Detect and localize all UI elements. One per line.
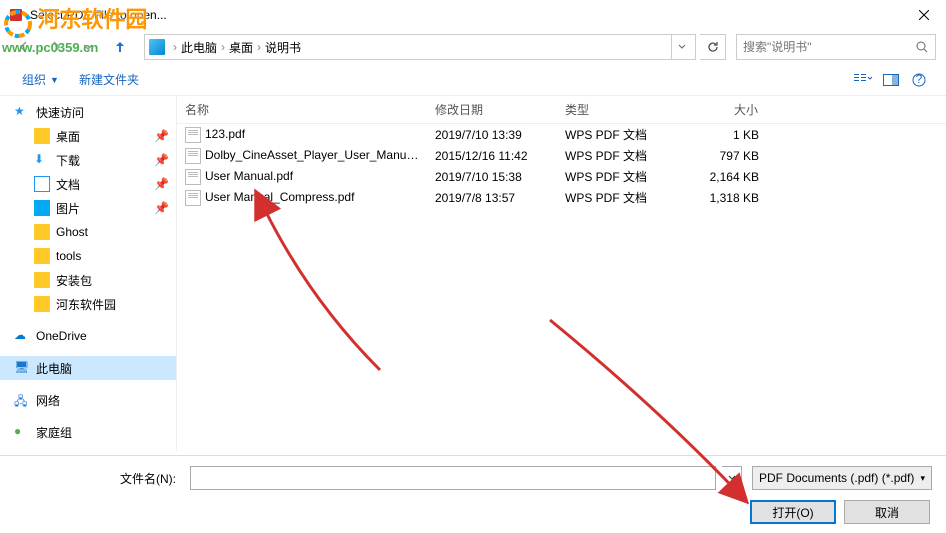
address-bar[interactable]: › 此电脑 › 桌面 › 说明书: [144, 34, 696, 60]
address-dropdown[interactable]: [671, 35, 691, 59]
col-size[interactable]: 大小: [667, 101, 767, 118]
sidebar-download[interactable]: ⬇下载📌: [0, 148, 176, 172]
chevron-down-icon[interactable]: ▼: [50, 75, 59, 85]
col-name[interactable]: 名称: [177, 101, 427, 118]
pin-icon: 📌: [154, 153, 168, 167]
folder-icon: [34, 272, 50, 288]
folder-icon: [34, 248, 50, 264]
chevron-right-icon[interactable]: ›: [221, 40, 225, 54]
sidebar-network[interactable]: 🖧网络: [0, 388, 176, 412]
filename-dropdown[interactable]: [722, 466, 742, 490]
sidebar-this-pc[interactable]: 🖥此电脑: [0, 356, 176, 380]
pdf-file-icon: [185, 169, 201, 185]
window-title: Select PDF File to open...: [30, 8, 901, 22]
open-button[interactable]: 打开(O): [750, 500, 836, 524]
title-bar: Select PDF File to open...: [0, 0, 946, 30]
nav-forward-button[interactable]: [42, 34, 70, 60]
col-type[interactable]: 类型: [557, 101, 667, 118]
chevron-down-icon: ▾: [920, 473, 925, 484]
sidebar-homegroup[interactable]: ●家庭组: [0, 420, 176, 444]
breadcrumb-folder[interactable]: 说明书: [265, 39, 301, 56]
nav-back-button[interactable]: [10, 34, 38, 60]
onedrive-icon: ☁: [14, 328, 30, 344]
svg-text:?: ?: [916, 73, 923, 86]
file-type-filter[interactable]: PDF Documents (.pdf) (*.pdf) ▾: [752, 466, 932, 490]
cancel-button[interactable]: 取消: [844, 500, 930, 524]
organize-menu[interactable]: 组织: [14, 67, 54, 92]
file-list: 名称 修改日期 类型 大小 123.pdf2019/7/10 13:39WPS …: [177, 96, 946, 451]
folder-icon: [34, 128, 50, 144]
star-icon: ★: [14, 104, 30, 120]
filename-label: 文件名(N):: [14, 470, 184, 487]
file-date: 2019/7/8 13:57: [427, 191, 557, 205]
file-type: WPS PDF 文档: [557, 168, 667, 185]
sidebar-pictures[interactable]: 图片📌: [0, 196, 176, 220]
view-options-button[interactable]: [850, 69, 876, 91]
dialog-footer: 文件名(N): PDF Documents (.pdf) (*.pdf) ▾ 打…: [0, 455, 946, 533]
pdf-file-icon: [185, 190, 201, 206]
file-size: 1,318 KB: [667, 191, 767, 205]
file-type: WPS PDF 文档: [557, 126, 667, 143]
file-name: Dolby_CineAsset_Player_User_Manual...: [205, 148, 426, 162]
refresh-button[interactable]: [700, 34, 726, 60]
location-icon: [149, 39, 165, 55]
close-button[interactable]: [901, 0, 946, 30]
file-row[interactable]: User Manual.pdf 2019/7/10 15:38WPS PDF 文档…: [177, 166, 946, 187]
file-size: 1 KB: [667, 128, 767, 142]
search-icon[interactable]: [915, 40, 929, 54]
pin-icon: 📌: [154, 177, 168, 191]
breadcrumb-desktop[interactable]: 桌面: [229, 39, 253, 56]
homegroup-icon: ●: [14, 424, 30, 440]
nav-up-button[interactable]: [106, 34, 134, 60]
file-date: 2019/7/10 15:38: [427, 170, 557, 184]
pdf-file-icon: [185, 148, 201, 164]
preview-pane-button[interactable]: [878, 69, 904, 91]
filename-input[interactable]: [190, 466, 716, 490]
file-row[interactable]: User Manual_Compress.pdf 2019/7/8 13:57WP…: [177, 187, 946, 208]
file-type: WPS PDF 文档: [557, 147, 667, 164]
new-folder-button[interactable]: 新建文件夹: [71, 67, 147, 92]
sidebar-ghost[interactable]: Ghost: [0, 220, 176, 244]
file-name: User Manual_Compress.pdf: [205, 190, 354, 204]
toolbar: 组织 ▼ 新建文件夹 ?: [0, 64, 946, 96]
file-row[interactable]: 123.pdf 2019/7/10 13:39WPS PDF 文档1 KB: [177, 124, 946, 145]
file-type: WPS PDF 文档: [557, 189, 667, 206]
sidebar-desktop[interactable]: 桌面📌: [0, 124, 176, 148]
col-date[interactable]: 修改日期: [427, 101, 557, 118]
pin-icon: 📌: [154, 129, 168, 143]
help-button[interactable]: ?: [906, 69, 932, 91]
sidebar-documents[interactable]: 文档📌: [0, 172, 176, 196]
pin-icon: 📌: [154, 201, 168, 215]
search-box[interactable]: [736, 34, 936, 60]
network-icon: 🖧: [14, 392, 30, 408]
file-size: 797 KB: [667, 149, 767, 163]
file-date: 2019/7/10 13:39: [427, 128, 557, 142]
sidebar-hdy[interactable]: 河东软件园: [0, 292, 176, 316]
file-row[interactable]: Dolby_CineAsset_Player_User_Manual...201…: [177, 145, 946, 166]
download-icon: ⬇: [34, 152, 50, 168]
pdf-file-icon: [185, 127, 201, 143]
pictures-icon: [34, 200, 50, 216]
document-icon: [34, 176, 50, 192]
nav-recent-button[interactable]: [74, 34, 102, 60]
chevron-right-icon[interactable]: ›: [257, 40, 261, 54]
sidebar-quick-access[interactable]: ★快速访问: [0, 100, 176, 124]
file-name: User Manual.pdf: [205, 169, 293, 183]
breadcrumb-root[interactable]: 此电脑: [181, 39, 217, 56]
sidebar-install[interactable]: 安装包: [0, 268, 176, 292]
nav-bar: › 此电脑 › 桌面 › 说明书: [0, 30, 946, 64]
chevron-right-icon[interactable]: ›: [173, 40, 177, 54]
folder-icon: [34, 224, 50, 240]
folder-icon: [34, 296, 50, 312]
pc-icon: 🖥: [14, 360, 30, 376]
app-icon: [8, 7, 24, 23]
file-name: 123.pdf: [205, 127, 245, 141]
file-date: 2015/12/16 11:42: [427, 149, 557, 163]
search-input[interactable]: [743, 40, 915, 54]
sidebar-onedrive[interactable]: ☁OneDrive: [0, 324, 176, 348]
column-headers: 名称 修改日期 类型 大小: [177, 96, 946, 124]
file-size: 2,164 KB: [667, 170, 767, 184]
sidebar-tools[interactable]: tools: [0, 244, 176, 268]
nav-sidebar: ★快速访问 桌面📌 ⬇下载📌 文档📌 图片📌 Ghost tools 安装包 河…: [0, 96, 177, 451]
